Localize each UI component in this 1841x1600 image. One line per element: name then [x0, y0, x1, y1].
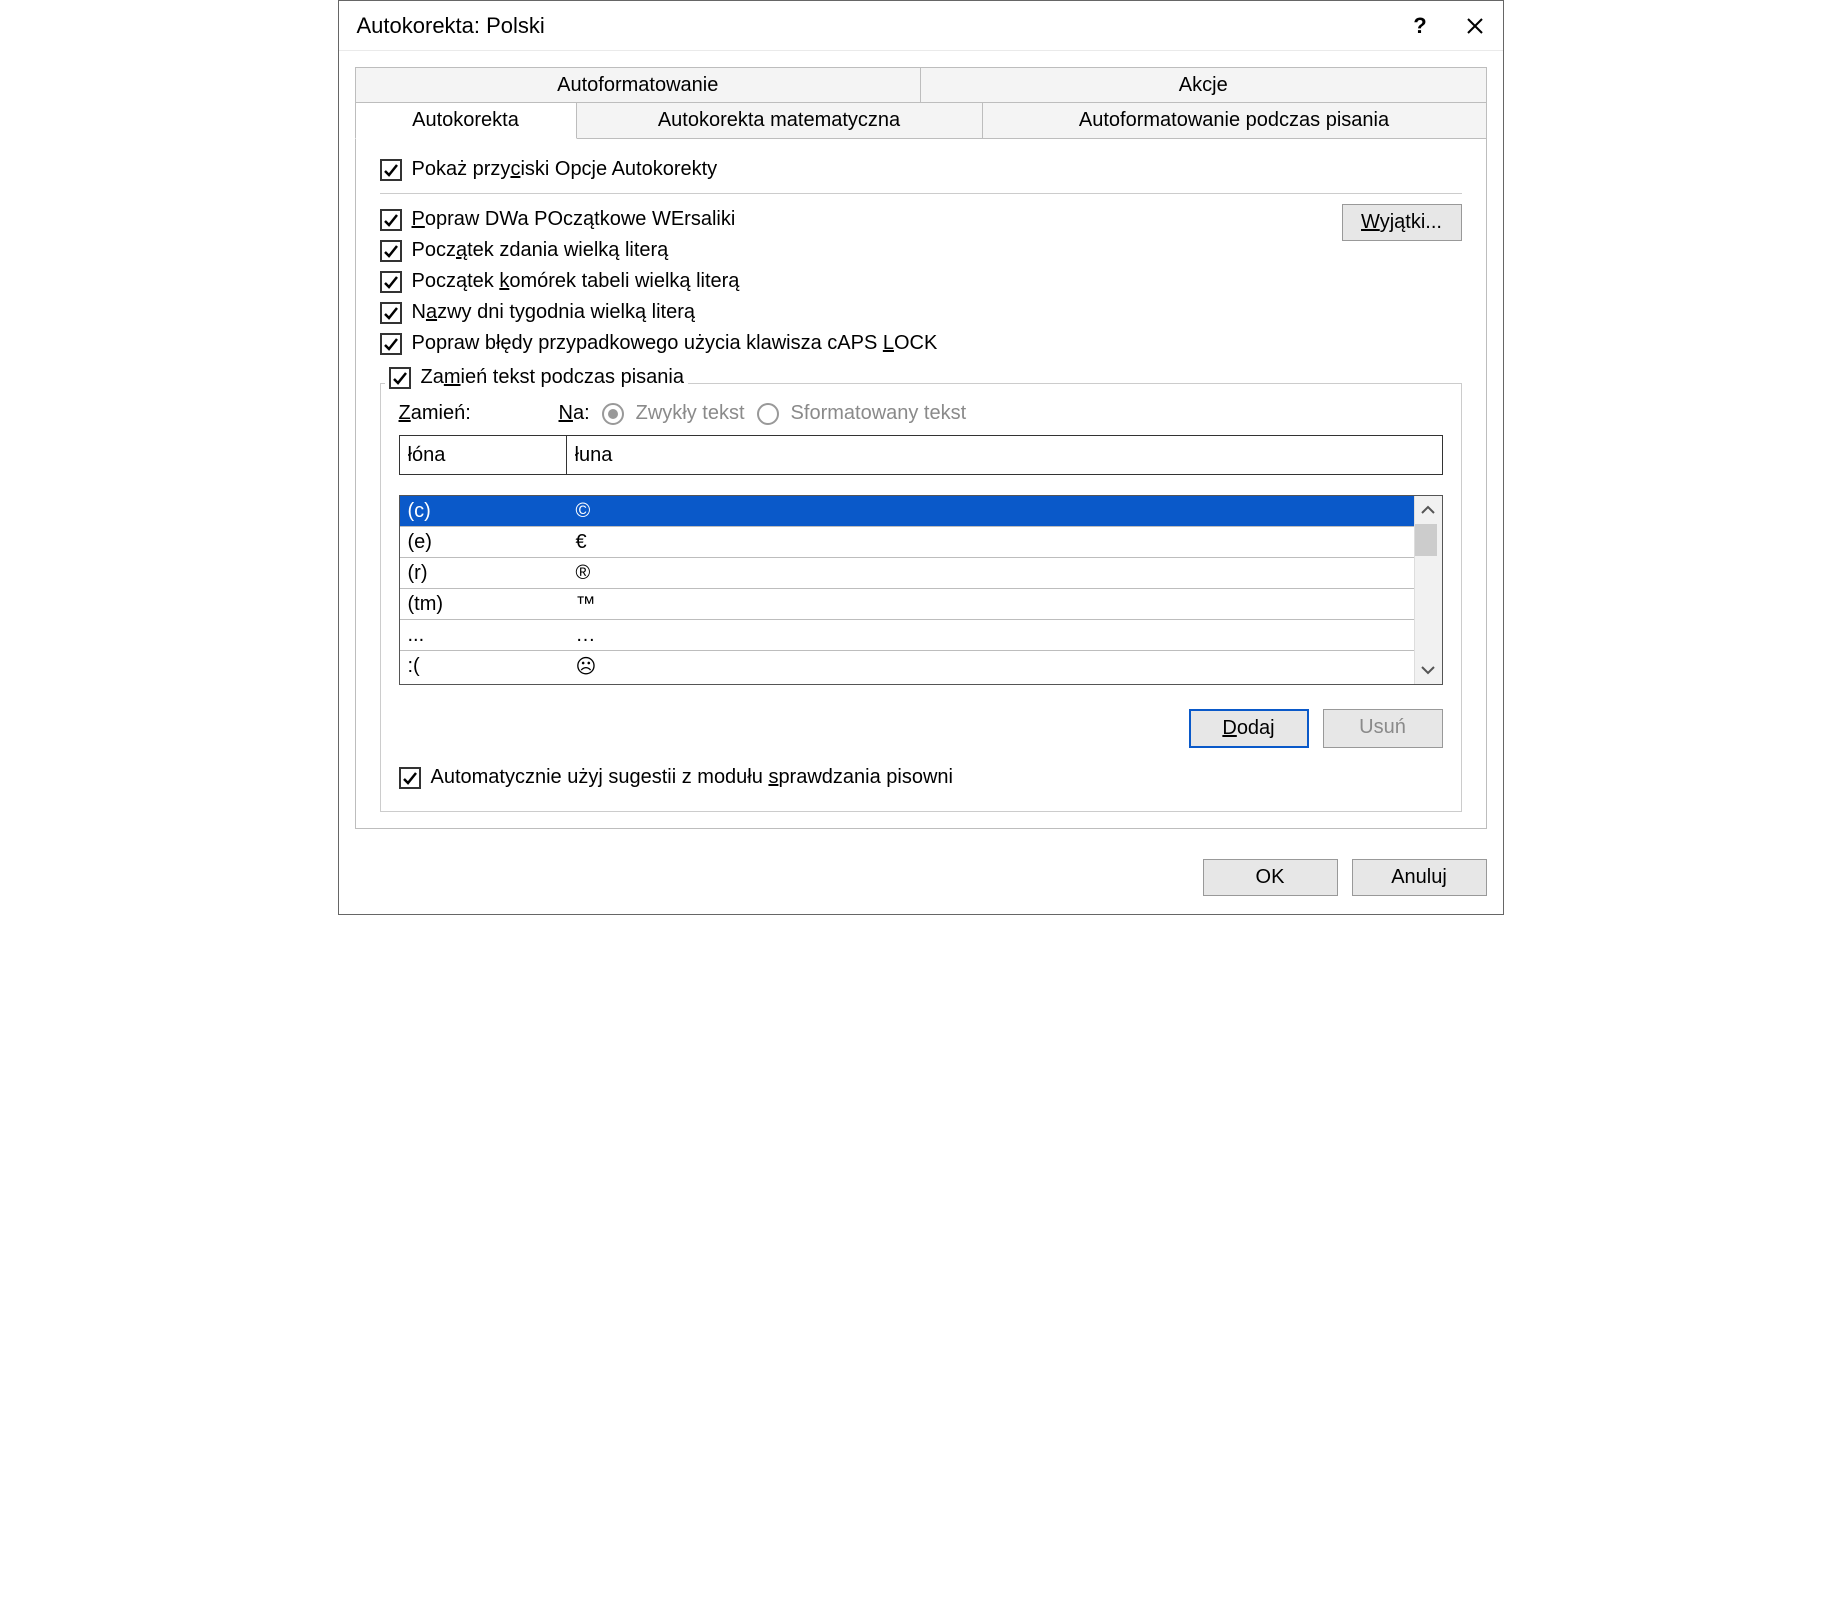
tab-content: Pokaż przyciski Opcje Autokorekty Popraw…	[355, 138, 1487, 829]
list-body: (c) © (e) € (r) ® (tm) ™	[400, 496, 1414, 684]
tabrow-top: Autoformatowanie Akcje	[355, 67, 1487, 103]
list-row[interactable]: :( ☹	[400, 651, 1414, 682]
check-cap-days[interactable]	[380, 302, 402, 324]
check-show-buttons-label: Pokaż przyciski Opcje Autokorekty	[412, 158, 718, 181]
replace-legend-label: Zamień tekst podczas pisania	[421, 366, 684, 389]
tabstrip: Autoformatowanie Akcje Autokorekta Autok…	[355, 67, 1487, 139]
separator	[380, 193, 1462, 194]
check-two-caps-label: Popraw DWa POczątkowe WErsaliki	[412, 208, 736, 231]
check-icon	[383, 212, 399, 228]
with-input[interactable]	[567, 435, 1443, 475]
check-caps-lock-label: Popraw błędy przypadkowego użycia klawis…	[412, 332, 938, 355]
radio-plain-label: Zwykły tekst	[636, 402, 745, 425]
close-button[interactable]	[1448, 1, 1503, 51]
check-icon	[402, 770, 418, 786]
replace-labels-row: Zamień: Na: Zwykły tekst Sformatowany te…	[399, 402, 1443, 425]
close-icon	[1466, 17, 1484, 35]
dialog-footer: OK Anuluj	[339, 845, 1503, 914]
check-icon	[383, 305, 399, 321]
scroll-thumb[interactable]	[1415, 524, 1437, 556]
replace-list[interactable]: (c) © (e) € (r) ® (tm) ™	[399, 495, 1443, 685]
add-button[interactable]: Dodaj	[1189, 709, 1309, 748]
radio-formatted-label: Sformatowany tekst	[791, 402, 967, 425]
check-cap-sentence-label: Początek zdania wielką literą	[412, 239, 669, 262]
check-cap-cells[interactable]	[380, 271, 402, 293]
replace-section: Zamień tekst podczas pisania Zamień: Na:…	[380, 383, 1462, 812]
radio-formatted[interactable]	[757, 403, 779, 425]
check-spell-suggestions[interactable]	[399, 767, 421, 789]
exceptions-button[interactable]: Wyjątki...	[1342, 204, 1462, 241]
scroll-up-icon[interactable]	[1415, 496, 1442, 524]
scrollbar[interactable]	[1414, 496, 1442, 684]
tab-math-autocorrect[interactable]: Autokorekta matematyczna	[577, 102, 983, 139]
check-cap-days-label: Nazwy dni tygodnia wielką literą	[412, 301, 695, 324]
check-icon	[383, 336, 399, 352]
scroll-down-icon[interactable]	[1415, 656, 1442, 684]
ok-button[interactable]: OK	[1203, 859, 1338, 896]
list-row[interactable]: (tm) ™	[400, 589, 1414, 620]
help-button[interactable]: ?	[1393, 1, 1448, 51]
replace-input[interactable]	[399, 435, 567, 475]
check-show-buttons-row: Pokaż przyciski Opcje Autokorekty	[380, 154, 1462, 185]
check-caps-lock[interactable]	[380, 333, 402, 355]
tab-autoformat-typing[interactable]: Autoformatowanie podczas pisania	[983, 102, 1487, 139]
check-icon	[383, 243, 399, 259]
list-row[interactable]: (e) €	[400, 527, 1414, 558]
delete-button[interactable]: Usuń	[1323, 709, 1443, 748]
titlebar: Autokorekta: Polski ?	[339, 1, 1503, 51]
list-row[interactable]: (r) ®	[400, 558, 1414, 589]
check-two-caps[interactable]	[380, 209, 402, 231]
check-icon	[383, 274, 399, 290]
replace-label: Zamień:	[399, 402, 547, 425]
list-actions: Dodaj Usuń	[399, 709, 1443, 748]
check-spell-row: Automatycznie użyj sugestii z modułu spr…	[399, 762, 1443, 793]
cancel-button[interactable]: Anuluj	[1352, 859, 1487, 896]
check-spell-label: Automatycznie użyj sugestii z modułu spr…	[431, 766, 953, 789]
autocorrect-dialog: Autokorekta: Polski ? Autoformatowanie A…	[338, 0, 1504, 915]
replace-legend: Zamień tekst podczas pisania	[385, 366, 688, 389]
tab-actions[interactable]: Akcje	[921, 67, 1487, 103]
tab-autocorrect[interactable]: Autokorekta	[355, 102, 577, 139]
check-icon	[383, 162, 399, 178]
dialog-title: Autokorekta: Polski	[357, 13, 1393, 39]
list-row[interactable]: (c) ©	[400, 496, 1414, 527]
check-icon	[392, 370, 408, 386]
replace-input-row	[399, 435, 1443, 475]
check-cap-cells-label: Początek komórek tabeli wielką literą	[412, 270, 740, 293]
tabrow-bottom: Autokorekta Autokorekta matematyczna Aut…	[355, 102, 1487, 139]
check-replace-typing[interactable]	[389, 367, 411, 389]
radio-plain[interactable]	[602, 403, 624, 425]
tab-autoformat[interactable]: Autoformatowanie	[355, 67, 922, 103]
with-label: Na:	[559, 402, 590, 425]
check-show-buttons[interactable]	[380, 159, 402, 181]
check-cap-sentence[interactable]	[380, 240, 402, 262]
scroll-track[interactable]	[1415, 524, 1442, 656]
dialog-body: Autoformatowanie Akcje Autokorekta Autok…	[339, 51, 1503, 845]
list-row[interactable]: ... …	[400, 620, 1414, 651]
